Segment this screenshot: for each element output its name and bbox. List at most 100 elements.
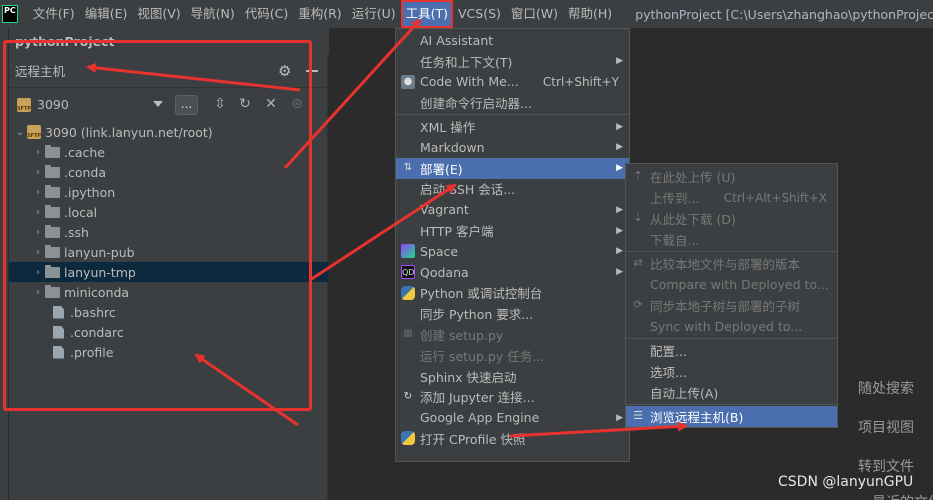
tree-folder[interactable]: › .ipython (9, 182, 328, 202)
submenu-item-automatic-upload[interactable]: 自动上传(A) (626, 382, 837, 403)
submenu-arrow-icon: ▶ (616, 267, 623, 278)
menu-item-add-jupyter[interactable]: ↻ 添加 Jupyter 连接... (396, 387, 629, 408)
close-icon[interactable]: ✕ (263, 96, 279, 112)
submenu-item-upload-to[interactable]: 上传到... Ctrl+Alt+Shift+X (626, 187, 837, 208)
chevron-right-icon[interactable]: › (31, 227, 45, 238)
watermark: CSDN @lanyunGPU (778, 474, 914, 490)
chevron-right-icon[interactable]: › (31, 287, 45, 298)
refresh-icon[interactable]: ↻ (237, 96, 253, 112)
menu-item-python-console[interactable]: Python 或调试控制台 (396, 283, 629, 304)
tree-file[interactable]: .bashrc (9, 302, 328, 322)
browse-servers-button[interactable]: ... (175, 95, 198, 115)
chevron-down-icon[interactable]: ⌄ (13, 127, 27, 138)
download-icon: ⇣ (633, 211, 643, 224)
submenu-item-compare-with-deployed[interactable]: Compare with Deployed to... (626, 274, 837, 295)
menu-bar: PC 文件(F) 编辑(E) 视图(V) 导航(N) 代码(C) 重构(R) 运… (0, 0, 933, 28)
remote-host-icon: ☰ (633, 409, 643, 422)
menu-help[interactable]: 帮助(H) (563, 0, 617, 28)
menu-item-http-client[interactable]: HTTP 客户端 ▶ (396, 220, 629, 241)
menu-item-sphinx[interactable]: Sphinx 快速启动 (396, 366, 629, 387)
submenu-item-upload-here[interactable]: ⇡ 在此处上传 (U) (626, 166, 837, 187)
tree-folder[interactable]: › .conda (9, 162, 328, 182)
submenu-arrow-icon: ▶ (616, 246, 623, 257)
tree-file[interactable]: .profile (9, 342, 328, 362)
menu-item-create-setup[interactable]: ▦ 创建 setup.py (396, 324, 629, 345)
menu-refactor[interactable]: 重构(R) (293, 0, 346, 28)
space-icon (401, 243, 415, 258)
submenu-item-download-here[interactable]: ⇣ 从此处下载 (D) (626, 208, 837, 229)
tree-file[interactable]: .condarc (9, 322, 328, 342)
menu-item-space[interactable]: Space ▶ (396, 241, 629, 262)
submenu-item-sync-with-deployed[interactable]: Sync with Deployed to... (626, 316, 837, 337)
menu-item-create-launcher[interactable]: 创建命令行启动器... (396, 92, 629, 113)
menu-item-start-ssh[interactable]: 启动 SSH 会话... (396, 179, 629, 200)
file-icon (53, 325, 64, 339)
deployment-submenu: ⇡ 在此处上传 (U) 上传到... Ctrl+Alt+Shift+X ⇣ 从此处下载… (625, 163, 838, 428)
tree-folder[interactable]: › .local (9, 202, 328, 222)
menu-edit[interactable]: 编辑(E) (80, 0, 133, 28)
python-icon (401, 285, 415, 300)
hint-recent-files: 最近的文件 (872, 492, 933, 500)
submenu-item-sync-subtree[interactable]: ⟳ 同步本地子树与部署的子树 (626, 295, 837, 316)
dropdown-arrow-icon[interactable] (153, 101, 163, 107)
chevron-right-icon[interactable]: › (31, 207, 45, 218)
menu-window[interactable]: 窗口(W) (506, 0, 563, 28)
submenu-item-browse-remote-host[interactable]: ☰ 浏览远程主机(B) (626, 406, 837, 427)
upload-icon: ⇡ (633, 169, 643, 182)
submenu-arrow-icon: ▶ (616, 412, 623, 423)
menu-item-vagrant[interactable]: Vagrant ▶ (396, 199, 629, 220)
menu-code[interactable]: 代码(C) (240, 0, 293, 28)
submenu-arrow-icon: ▶ (616, 204, 623, 215)
submenu-item-download-from[interactable]: 下载自... (626, 229, 837, 250)
menu-view[interactable]: 视图(V) (132, 0, 185, 28)
menu-run[interactable]: 运行(U) (347, 0, 401, 28)
tree-folder[interactable]: › miniconda (9, 282, 328, 302)
menu-item-qodana[interactable]: QD Qodana ▶ (396, 262, 629, 283)
sftp-icon: SFTP (27, 125, 41, 139)
folder-label: .local (64, 204, 98, 220)
menu-item-google-app-engine[interactable]: Google App Engine ▶ (396, 407, 629, 428)
submenu-item-configuration[interactable]: 配置... (626, 340, 837, 361)
folder-label: .cache (64, 144, 105, 160)
menu-item-open-cprofile[interactable]: 打开 CProfile 快照 (396, 428, 629, 449)
submenu-arrow-icon: ▶ (616, 142, 623, 153)
submenu-item-options[interactable]: 选项... (626, 361, 837, 382)
menu-item-run-setup-task[interactable]: 运行 setup.py 任务... (396, 345, 629, 366)
menu-tools[interactable]: 工具(T) (400, 0, 453, 28)
tree-folder[interactable]: › .ssh (9, 222, 328, 242)
tree-folder[interactable]: › lanyun-pub (9, 242, 328, 262)
compare-icon: ⇄ (633, 256, 643, 269)
sync-icon: ⟳ (633, 298, 643, 311)
menu-item-ai-assistant[interactable]: AI Assistant (396, 30, 629, 51)
menu-vcs[interactable]: VCS(S) (453, 0, 506, 28)
tree-root[interactable]: ⌄ SFTP 3090 (link.lanyun.net/root) (9, 122, 328, 142)
server-selector-value: 3090 (37, 97, 69, 112)
collapse-all-icon[interactable]: ⇳ (212, 96, 228, 112)
folder-icon (45, 164, 60, 178)
chevron-right-icon[interactable]: › (31, 247, 45, 258)
server-selector[interactable]: SFTP 3090 (17, 97, 69, 112)
menu-item-code-with-me[interactable]: ● Code With Me... Ctrl+Shift+Y (396, 72, 629, 93)
menu-item-xml-actions[interactable]: XML 操作 ▶ (396, 116, 629, 137)
menu-navigate[interactable]: 导航(N) (186, 0, 240, 28)
submenu-item-compare-deployed[interactable]: ⇄ 比较本地文件与部署的版本 (626, 253, 837, 274)
chevron-right-icon[interactable]: › (31, 187, 45, 198)
chevron-right-icon[interactable]: › (31, 167, 45, 178)
menu-item-tasks[interactable]: 任务和上下文(T) ▶ (396, 51, 629, 72)
tree-root-label: 3090 (link.lanyun.net/root) (45, 124, 213, 140)
menu-file[interactable]: 文件(F) (28, 0, 80, 28)
chevron-right-icon[interactable]: › (31, 147, 45, 158)
remote-toolbar: SFTP 3090 ... ⇳ ↻ ✕ ⊛ (9, 88, 327, 122)
gear-icon[interactable]: ⚙ (278, 63, 294, 79)
tree-folder[interactable]: › .cache (9, 142, 328, 162)
chevron-right-icon[interactable]: › (31, 267, 45, 278)
menu-item-sync-requirements[interactable]: 同步 Python 要求... (396, 303, 629, 324)
autoscroll-icon[interactable]: ⊛ (289, 96, 305, 112)
folder-label: miniconda (64, 284, 130, 300)
menu-item-deployment[interactable]: ⇅ 部署(E) ▶ (396, 157, 629, 179)
menu-item-markdown[interactable]: Markdown ▶ (396, 137, 629, 158)
file-icon (53, 305, 64, 319)
tree-folder-selected[interactable]: › lanyun-tmp (9, 262, 328, 282)
folder-label: .ipython (64, 184, 116, 200)
minimize-icon[interactable] (306, 70, 318, 72)
